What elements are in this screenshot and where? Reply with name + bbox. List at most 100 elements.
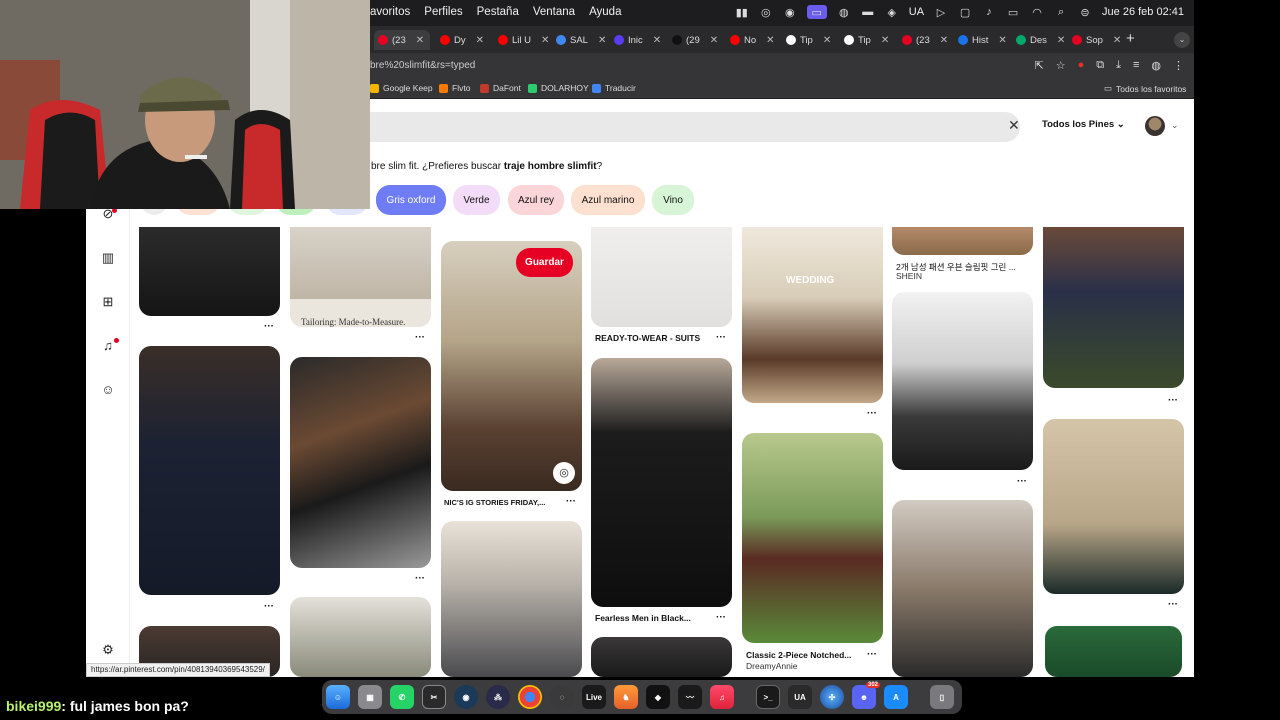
audio-icon[interactable]: ▮▮	[735, 5, 749, 19]
menu-perfiles[interactable]: Perfiles	[424, 6, 462, 18]
menu-ayuda[interactable]: Ayuda	[589, 6, 621, 18]
close-icon[interactable]: ✕	[476, 35, 484, 46]
chip-azul-rey[interactable]: Azul rey	[508, 185, 564, 215]
more-icon[interactable]: ···	[716, 612, 726, 623]
tab[interactable]: Dy ✕	[436, 30, 484, 50]
messages-icon[interactable]: ☺	[100, 382, 116, 398]
chip-azul-marino[interactable]: Azul marino	[571, 185, 645, 215]
ua-connect-icon[interactable]: UA	[788, 685, 812, 709]
pin-image[interactable]	[139, 346, 280, 595]
pin-image[interactable]	[591, 358, 732, 607]
pin-image[interactable]	[290, 357, 431, 568]
airplay-icon[interactable]: ◉	[783, 5, 797, 19]
close-icon[interactable]: ✕	[766, 35, 774, 46]
search-input[interactable]	[326, 112, 1020, 142]
boards-icon[interactable]: ▥	[100, 250, 116, 266]
close-icon[interactable]: ✕	[653, 35, 661, 46]
more-icon[interactable]: ···	[566, 496, 576, 507]
launchpad-icon[interactable]: ▦	[358, 685, 382, 709]
battery-icon[interactable]: ▭	[1006, 5, 1020, 19]
pin-image[interactable]	[290, 597, 431, 677]
menu-favoritos[interactable]: avoritos	[370, 6, 410, 18]
fl-studio-icon[interactable]: ♞	[614, 685, 638, 709]
tab-search-icon[interactable]: ⌄	[1174, 32, 1190, 48]
control-center-icon[interactable]: ⊜	[1078, 5, 1092, 19]
display-icon[interactable]: ▢	[958, 5, 972, 19]
more-icon[interactable]: ···	[415, 573, 425, 584]
car-icon[interactable]: ▬	[861, 5, 875, 19]
pin-image[interactable]	[290, 227, 431, 299]
pin-image[interactable]	[1045, 626, 1182, 677]
pin-image[interactable]	[441, 521, 582, 677]
chip-verde[interactable]: Verde	[453, 185, 500, 215]
stage-manager-icon[interactable]: ▭	[806, 5, 827, 19]
ableton-live-icon[interactable]: Live	[582, 685, 606, 709]
pin-image[interactable]	[139, 227, 280, 316]
close-icon[interactable]: ✕	[710, 35, 718, 46]
close-icon[interactable]: ✕	[1057, 35, 1065, 46]
extensions-icon[interactable]: ⧉	[1096, 59, 1104, 72]
pin-image[interactable]	[892, 227, 1033, 255]
pin-image[interactable]	[892, 292, 1033, 470]
discord-icon[interactable]: ☻ 302	[852, 682, 880, 709]
terminal-icon[interactable]: >_	[756, 685, 780, 709]
tab[interactable]: Lil U ✕	[494, 30, 549, 50]
more-icon[interactable]: ···	[867, 649, 877, 660]
pin-title[interactable]: Fearless Men in Black...	[595, 613, 691, 623]
finder-icon[interactable]: ☺	[326, 685, 350, 709]
pin-title[interactable]: Classic 2-Piece Notched...	[746, 650, 851, 660]
tab[interactable]: SAL ✕	[552, 30, 606, 50]
save-button[interactable]: Guardar	[516, 248, 573, 277]
pin-image[interactable]	[591, 637, 732, 677]
record-icon[interactable]: ●	[1078, 59, 1085, 72]
bookmark[interactable]: Google Keep	[370, 83, 433, 93]
tab[interactable]: (23 ✕	[374, 30, 430, 50]
obs-icon[interactable]: ◌	[550, 685, 574, 709]
tab[interactable]: No ✕	[726, 30, 775, 50]
pin-title[interactable]: NIC'S IG STORIES FRIDAY,...	[444, 498, 545, 507]
chip-vino[interactable]: Vino	[652, 185, 694, 215]
menu-ventana[interactable]: Ventana	[533, 6, 575, 18]
kebab-icon[interactable]: ⋮	[1173, 59, 1184, 72]
tab[interactable]: Inic ✕	[610, 30, 661, 50]
close-icon[interactable]: ✕	[881, 35, 889, 46]
visual-search-icon[interactable]: ◎	[553, 462, 575, 484]
all-bookmarks[interactable]: ▭ Todos los favoritos	[1104, 83, 1186, 94]
settings-icon[interactable]: ⚙	[100, 642, 116, 658]
tab[interactable]: Tip ✕	[782, 30, 831, 50]
bookmark[interactable]: Traducir	[592, 83, 636, 93]
pin-filter-dropdown[interactable]: Todos los Pines ⌄	[1042, 119, 1125, 130]
clock[interactable]: Jue 26 feb 02:41	[1102, 6, 1184, 18]
capcut-icon[interactable]: ✂	[422, 685, 446, 709]
profile-icon[interactable]: ◍	[1151, 59, 1161, 72]
url-field[interactable]: bre%20slimfit&rs=typed	[370, 60, 475, 71]
avatar[interactable]	[1145, 116, 1165, 136]
search-icon[interactable]: ⌕	[1054, 5, 1068, 19]
bookmark[interactable]: DaFont	[480, 83, 521, 93]
more-icon[interactable]: ···	[415, 332, 425, 343]
bookmark[interactable]: Flvto	[439, 83, 470, 93]
bookmark[interactable]: DOLARHOY	[528, 83, 589, 93]
pin-source[interactable]: DreamyAnnie	[746, 661, 798, 671]
music-icon[interactable]: ♫	[710, 685, 734, 709]
trash-icon[interactable]: ▯	[930, 685, 954, 709]
menu-pestana[interactable]: Pestaña	[477, 6, 519, 18]
pin-image[interactable]	[591, 227, 732, 327]
eye-icon[interactable]: ◈	[885, 5, 899, 19]
more-icon[interactable]: ···	[1017, 476, 1027, 487]
waveform-icon[interactable]: 〰	[678, 685, 702, 709]
close-icon[interactable]: ✕	[823, 35, 831, 46]
media-icon[interactable]: ≡	[1133, 59, 1139, 72]
play-icon[interactable]: ▷	[934, 5, 948, 19]
close-icon[interactable]: ✕	[541, 35, 549, 46]
suggestion-link[interactable]: traje hombre slimfit	[504, 161, 597, 172]
more-icon[interactable]: ···	[264, 321, 274, 332]
logic-icon[interactable]: ◉	[454, 685, 478, 709]
tab[interactable]: Sop ✕	[1068, 30, 1121, 50]
mixer-icon[interactable]: ⁂	[486, 685, 510, 709]
globe-icon[interactable]: ◎	[759, 5, 773, 19]
safari-icon[interactable]: ✣	[820, 685, 844, 709]
tidal-icon[interactable]: ◆	[646, 685, 670, 709]
pin-image[interactable]	[742, 227, 883, 403]
tab[interactable]: Des ✕	[1012, 30, 1065, 50]
